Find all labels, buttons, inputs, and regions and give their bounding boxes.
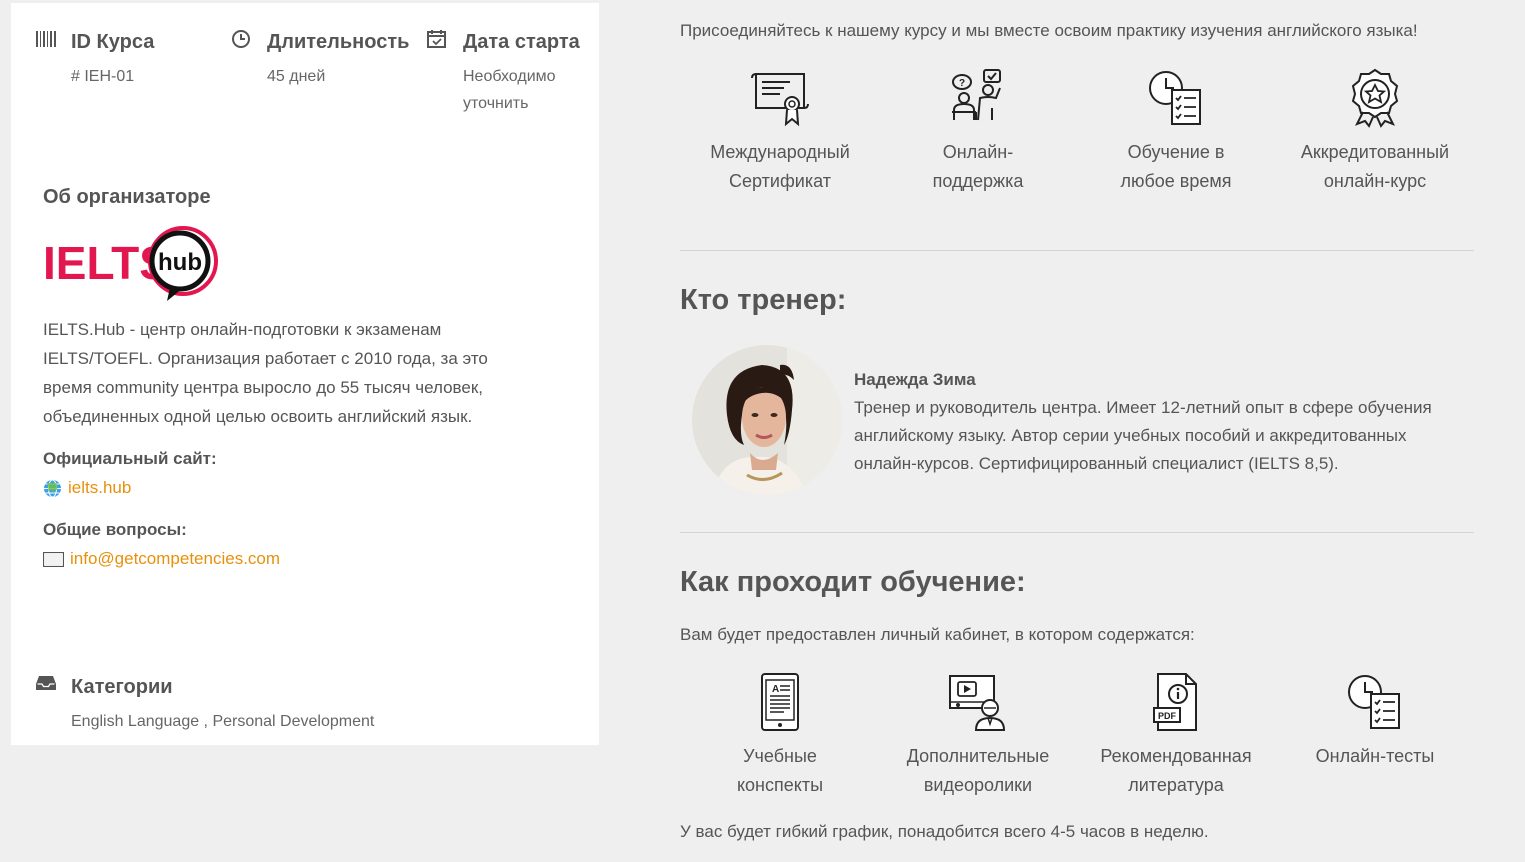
- course-id-value: # IEH-01: [71, 68, 135, 85]
- learning-label-line1: Учебные: [743, 746, 817, 766]
- learning-label-line1: Дополнительные: [906, 746, 1050, 766]
- categories-value: English Language , Personal Development: [71, 713, 375, 730]
- feature-label-line2: Сертификат: [729, 171, 831, 191]
- start-date-line1: Необходимо: [463, 68, 556, 85]
- learning-item-videos: Дополнительные видеоролики: [878, 672, 1078, 800]
- inbox-icon: [36, 676, 56, 690]
- trainer-avatar: [692, 345, 842, 495]
- support-icon: ?: [952, 69, 1001, 121]
- learning-label-line2: видеоролики: [923, 775, 1033, 795]
- learning-label-line1: Онлайн-тесты: [1315, 746, 1435, 766]
- learning-item-notes: A Учебные конспекты: [680, 672, 880, 800]
- trainer-heading: Кто тренер:: [680, 284, 847, 316]
- feature-label-line1: Аккредитованный: [1300, 142, 1450, 162]
- feature-label-line1: Международный: [710, 142, 850, 162]
- certificate-icon: [751, 73, 809, 127]
- svg-text:A: A: [772, 684, 779, 695]
- calendar-check-icon: [427, 30, 446, 48]
- feature-label-line1: Обучение в: [1127, 142, 1225, 162]
- feature-label-line2: поддержка: [932, 171, 1024, 191]
- learning-item-literature: PDF Рекомендованная литература: [1076, 672, 1276, 800]
- video-lesson-icon: [949, 675, 1006, 731]
- learning-label-line1: Рекомендованная: [1100, 746, 1252, 766]
- envelope-icon: [43, 551, 64, 567]
- svg-text:?: ?: [959, 78, 965, 89]
- feature-accredited: Аккредитованный онлайн-курс: [1275, 68, 1475, 196]
- organizer-title: Об организаторе: [43, 186, 211, 208]
- divider: [680, 250, 1474, 251]
- learning-item-tests: Онлайн-тесты: [1275, 672, 1475, 771]
- feature-certificate: Международный Сертификат: [680, 68, 880, 196]
- feature-label-line1: Онлайн-: [942, 142, 1014, 162]
- feature-label-line2: онлайн-курс: [1323, 171, 1427, 191]
- official-site-link[interactable]: ielts.hub: [68, 478, 131, 498]
- feature-label-line2: любое время: [1120, 171, 1232, 191]
- pdf-info-icon: PDF: [1153, 673, 1197, 731]
- duration-value: 45 дней: [267, 68, 326, 85]
- trainer-description: Тренер и руководитель центра. Имеет 12-л…: [854, 398, 1432, 473]
- ebook-icon: A: [761, 673, 799, 731]
- organizer-description: IELTS.Hub - центр онлайн-подготовки к эк…: [43, 320, 488, 426]
- schedule-note: У вас будет гибкий график, понадобится в…: [680, 822, 1209, 841]
- course-info-card: ID Курса # IEH-01 Длительность 45 дней Д…: [11, 3, 599, 745]
- learning-label-line2: литература: [1128, 775, 1224, 795]
- start-date-line2: уточнить: [463, 95, 529, 112]
- clock-checklist-icon: [1149, 71, 1201, 125]
- logo-bubble-text: hub: [158, 249, 202, 276]
- divider: [680, 532, 1474, 533]
- email-link[interactable]: info@getcompetencies.com: [70, 549, 280, 569]
- learning-items-row: A Учебные конспекты Дополнительные видео…: [680, 672, 1480, 812]
- clock-checklist-icon: [1348, 675, 1400, 729]
- ieltshub-logo: IELTS hub: [43, 221, 243, 307]
- learning-label-line2: конспекты: [736, 775, 824, 795]
- email-line: info@getcompetencies.com: [43, 549, 280, 569]
- course-id-label: ID Курса: [71, 31, 155, 53]
- features-row: Международный Сертификат ? Онлайн- подде…: [680, 68, 1480, 208]
- questions-label: Общие вопросы:: [43, 520, 187, 539]
- official-site-label: Официальный сайт:: [43, 449, 217, 468]
- categories-label: Категории: [71, 676, 173, 698]
- award-icon: [1351, 68, 1399, 128]
- svg-text:PDF: PDF: [1158, 711, 1177, 721]
- official-site-line: ielts.hub: [43, 478, 131, 498]
- globe-icon: [44, 479, 61, 497]
- learning-heading: Как проходит обучение:: [680, 566, 1026, 598]
- barcode-icon: [36, 31, 56, 47]
- trainer-name: Надежда Зима: [854, 370, 976, 389]
- duration-label: Длительность: [267, 31, 410, 53]
- clock-icon: [232, 30, 250, 48]
- course-intro: Присоединяйтесь к нашему курсу и мы вмес…: [680, 21, 1418, 40]
- feature-support: ? Онлайн- поддержка: [878, 68, 1078, 196]
- feature-anytime: Обучение в любое время: [1076, 68, 1276, 196]
- start-date-label: Дата старта: [463, 31, 580, 53]
- learning-intro: Вам будет предоставлен личный кабинет, в…: [680, 625, 1195, 644]
- start-date-value: Необходимо уточнить: [463, 63, 556, 117]
